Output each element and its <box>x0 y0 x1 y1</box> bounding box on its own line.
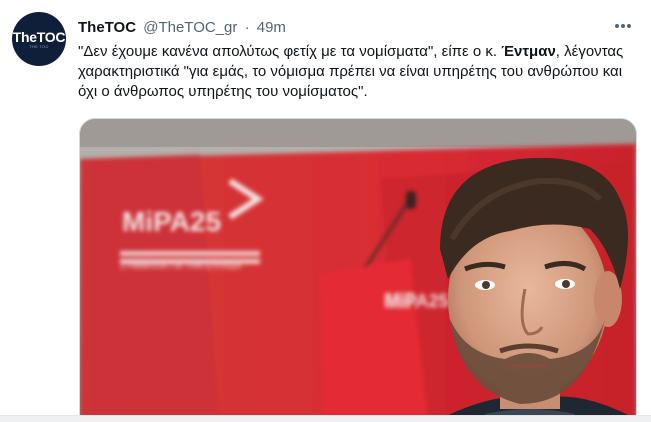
author-name[interactable]: TheTOC <box>78 19 136 36</box>
tweet-text: "Δεν έχουμε κανένα απολύτως φετίχ με τα … <box>78 42 638 102</box>
card-sign-text: MiPA25 <box>122 206 221 237</box>
more-horizontal-icon <box>615 24 631 28</box>
tweet-text-bold-name: Έντμαν <box>501 43 556 60</box>
tweet-text-part-1: "Δεν έχουμε κανένα απολύτως φετίχ με τα … <box>78 43 502 60</box>
tweet-header: TheTOC @TheTOC_gr · 49m <box>78 18 611 38</box>
card-photo: MiPA25 ΣΥΜΜΑΧΙΑ ΓΙΑ ΤΗΝ ΕΛΛΑΔΑ MiPA25 <box>80 119 636 422</box>
avatar[interactable]: TheTOC THE TOC <box>12 12 66 66</box>
avatar-logo-text: TheTOC <box>12 28 66 45</box>
link-card-image[interactable]: MiPA25 ΣΥΜΜΑΧΙΑ ΓΙΑ ΤΗΝ ΕΛΛΑΔΑ MiPA25 <box>79 118 637 422</box>
separator-dot: · <box>244 19 250 36</box>
tweet-timestamp[interactable]: 49m <box>257 19 286 36</box>
tweet[interactable]: TheTOC THE TOC TheTOC @TheTOC_gr · 49m "… <box>0 0 651 422</box>
card-podium-text: MiPA25 <box>385 291 449 311</box>
avatar-logo-subtext: THE TOC <box>29 43 49 49</box>
card-sign-subtext: ΣΥΜΜΑΧΙΑ ΓΙΑ ΤΗΝ ΕΛΛΑΔΑ <box>120 261 241 271</box>
more-options-button[interactable] <box>613 16 633 36</box>
author-handle[interactable]: @TheTOC_gr <box>143 19 237 36</box>
